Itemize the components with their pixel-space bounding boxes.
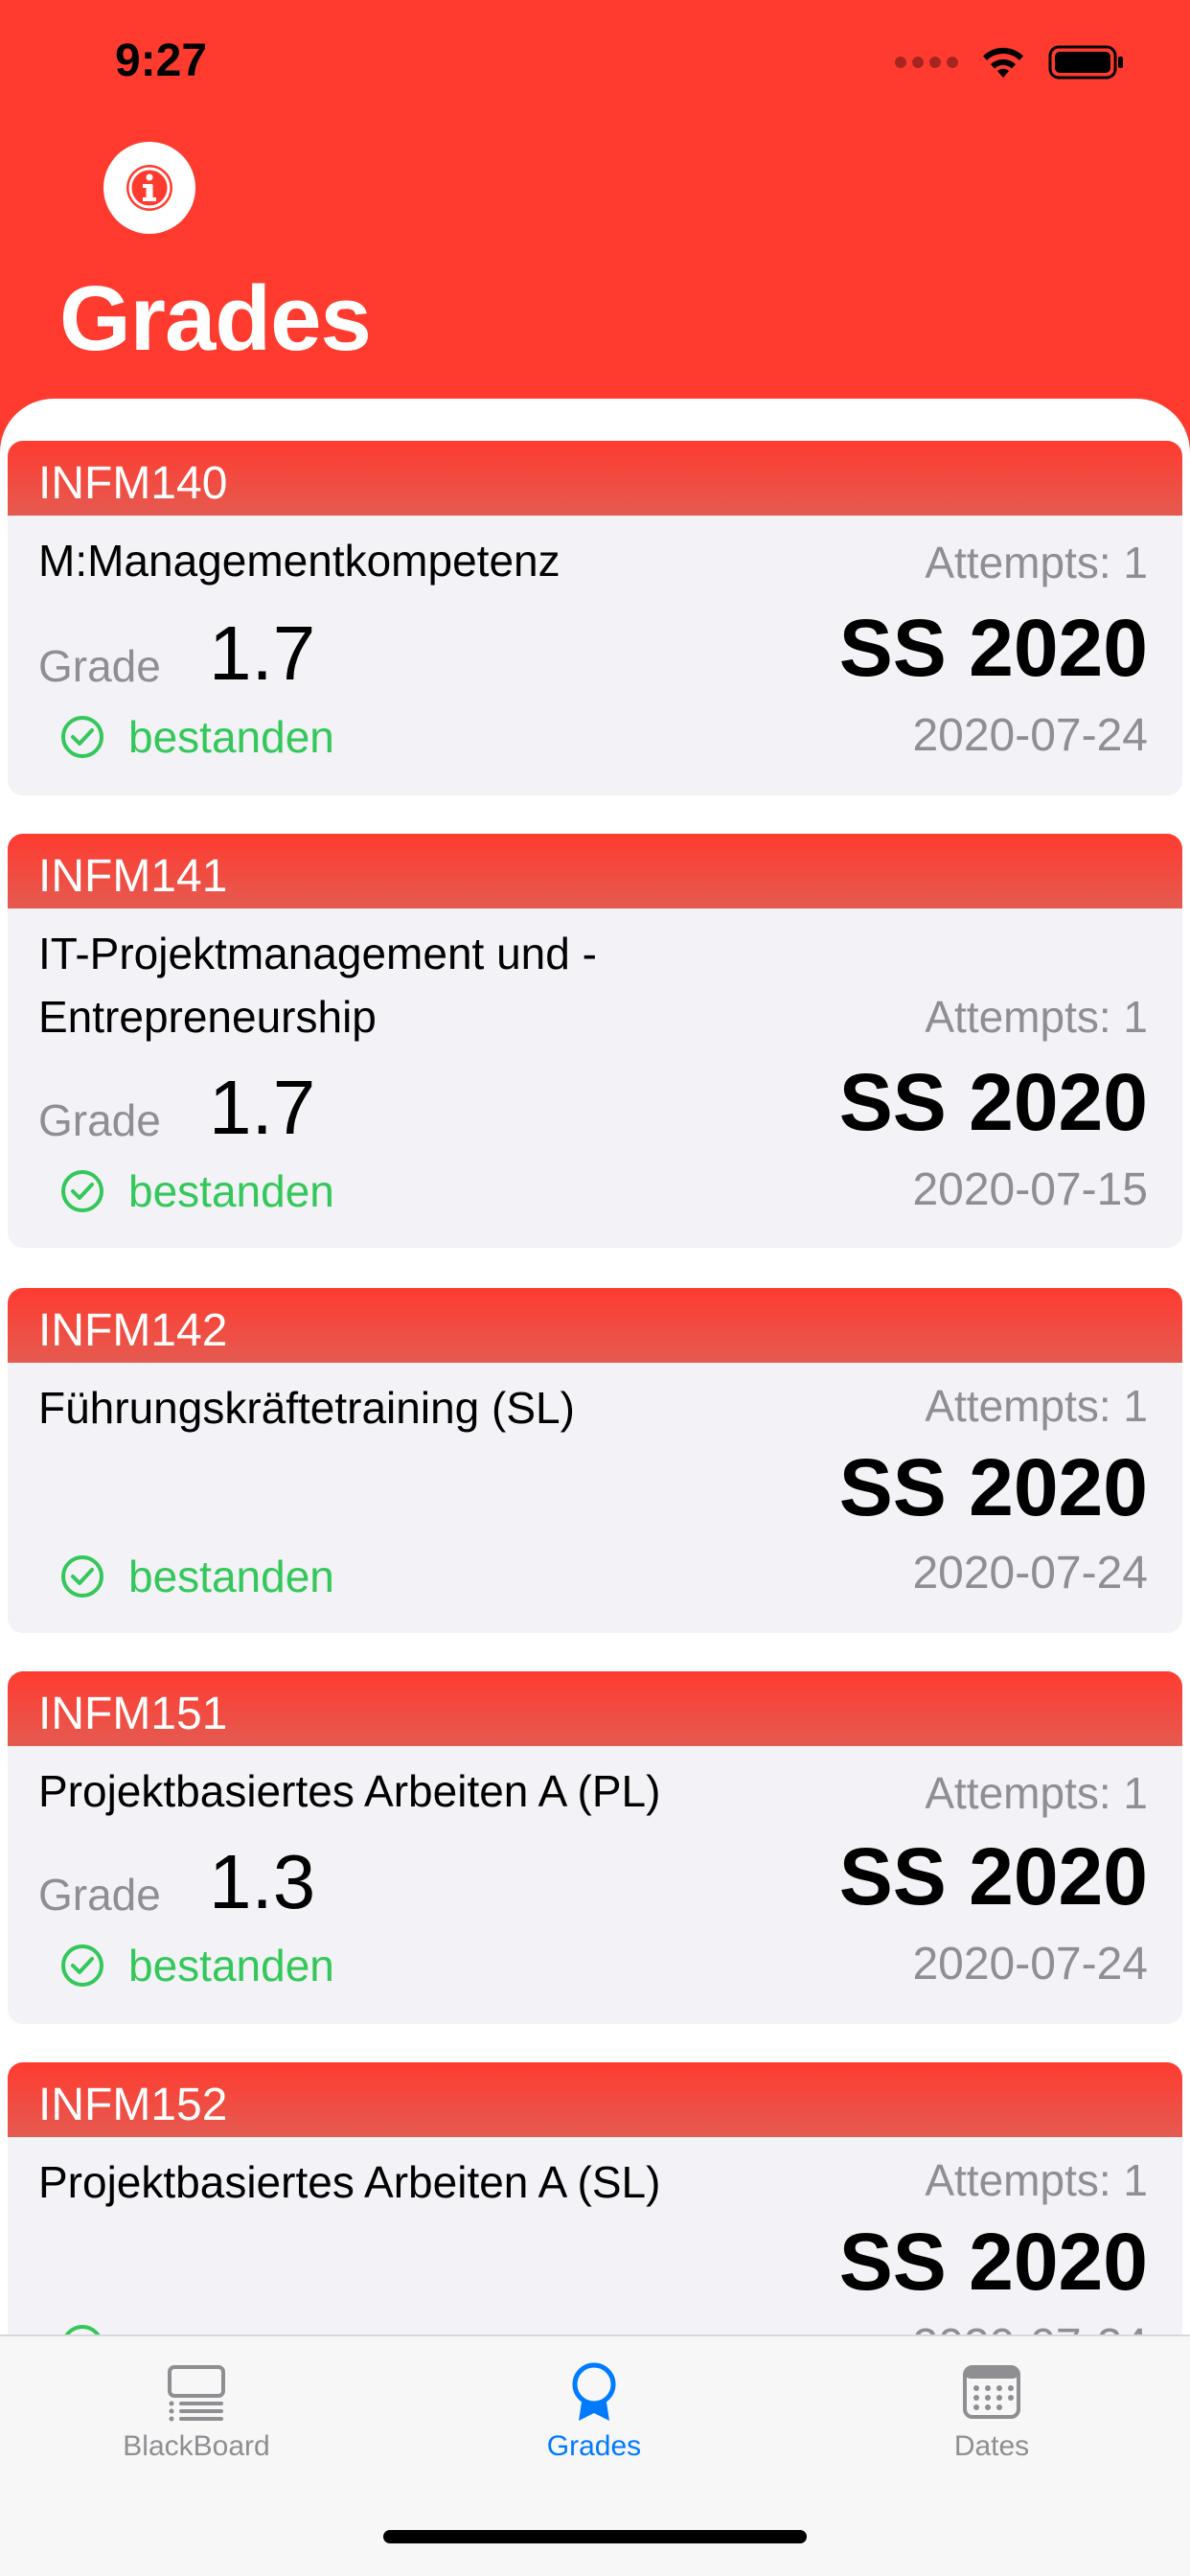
course-name: Projektbasiertes Arbeiten A (SL) (38, 2157, 661, 2207)
tab-label: Dates (953, 2430, 1030, 2462)
grade-card[interactable]: INFM141 IT-Projektmanagement und -Entrep… (8, 834, 1182, 1248)
attempts: Attempts: 1 (925, 538, 1148, 587)
semester: SS 2020 (838, 1831, 1148, 1921)
semester: SS 2020 (838, 1057, 1148, 1147)
grade-label: Grade (38, 1095, 161, 1145)
card-header: INFM140 (8, 441, 1182, 516)
tab-label: BlackBoard (123, 2430, 270, 2462)
exam-date: 2020-07-24 (912, 710, 1148, 761)
exam-date: 2020-07-24 (912, 1939, 1148, 1990)
header: 9:27 Grades (0, 0, 1190, 460)
checkmark-circle-icon (61, 1555, 103, 1598)
pass-status-label: bestanden (128, 1941, 334, 1990)
info-icon (126, 165, 172, 211)
blackboard-icon (168, 2365, 225, 2422)
checkmark-circle-icon (61, 716, 103, 758)
grade-value: 1.7 (209, 1065, 316, 1150)
course-code: INFM152 (38, 2080, 228, 2130)
grade-card[interactable]: INFM140 M:Managementkompetenz Attempts: … (8, 441, 1182, 795)
course-name: Führungskräftetraining (SL) (38, 1383, 575, 1433)
attempts: Attempts: 1 (925, 1381, 1148, 1431)
semester: SS 2020 (838, 603, 1148, 693)
page-title: Grades (59, 267, 372, 370)
grades-list-container[interactable]: INFM140 M:Managementkompetenz Attempts: … (0, 399, 1190, 2576)
card-header: INFM142 (8, 1288, 1182, 1363)
battery-icon (1048, 45, 1123, 80)
semester: SS 2020 (838, 1442, 1148, 1532)
grade-card[interactable]: INFM151 Projektbasiertes Arbeiten A (PL)… (8, 1671, 1182, 2024)
card-header: INFM151 (8, 1671, 1182, 1746)
calendar-icon (963, 2365, 1020, 2419)
semester: SS 2020 (838, 2217, 1148, 2307)
course-code: INFM141 (38, 851, 228, 902)
pass-status: bestanden (59, 1940, 334, 1991)
grade-card[interactable]: INFM142 Führungskräftetraining (SL) Atte… (8, 1288, 1182, 1633)
attempts: Attempts: 1 (925, 1768, 1148, 1818)
wifi-icon (983, 47, 1023, 78)
signal-icon (895, 57, 958, 68)
grades-screen: 9:27 Grades INFM140 M:Managementkompeten… (0, 0, 1190, 2576)
course-name: Projektbasiertes Arbeiten A (PL) (38, 1766, 661, 1816)
grade-value: 1.3 (209, 1839, 316, 1924)
status-time: 9:27 (115, 35, 208, 86)
grade-label: Grade (38, 641, 161, 691)
pass-status-label: bestanden (128, 712, 334, 762)
course-code: INFM142 (38, 1305, 228, 1356)
pass-status: bestanden (59, 1165, 334, 1217)
tab-blackboard[interactable]: BlackBoard (53, 2361, 340, 2463)
status-icons (895, 44, 1125, 80)
attempts: Attempts: 1 (925, 2155, 1148, 2205)
card-header: INFM152 (8, 2062, 1182, 2137)
course-name: M:Managementkompetenz (38, 536, 561, 586)
checkmark-circle-icon (61, 1944, 103, 1987)
grade-label: Grade (38, 1870, 161, 1920)
exam-date: 2020-07-15 (912, 1164, 1148, 1215)
pass-status: bestanden (59, 1551, 334, 1602)
pass-status: bestanden (59, 711, 334, 763)
pass-status-label: bestanden (128, 1552, 334, 1601)
exam-date: 2020-07-24 (912, 1548, 1148, 1598)
course-name: IT-Projektmanagement und -Entrepreneursh… (38, 929, 597, 1042)
pass-status-label: bestanden (128, 1166, 334, 1216)
checkmark-circle-icon (61, 1170, 103, 1212)
card-header: INFM141 (8, 834, 1182, 908)
grade-value: 1.7 (209, 610, 316, 696)
course-code: INFM140 (38, 458, 228, 509)
attempts: Attempts: 1 (925, 992, 1148, 1042)
award-icon (572, 2362, 616, 2421)
course-code: INFM151 (38, 1689, 228, 1739)
tab-grades[interactable]: Grades (450, 2361, 738, 2463)
info-button[interactable] (103, 142, 195, 234)
tab-dates[interactable]: Dates (848, 2361, 1135, 2463)
tab-label: Grades (546, 2430, 642, 2462)
home-indicator (383, 2530, 807, 2543)
